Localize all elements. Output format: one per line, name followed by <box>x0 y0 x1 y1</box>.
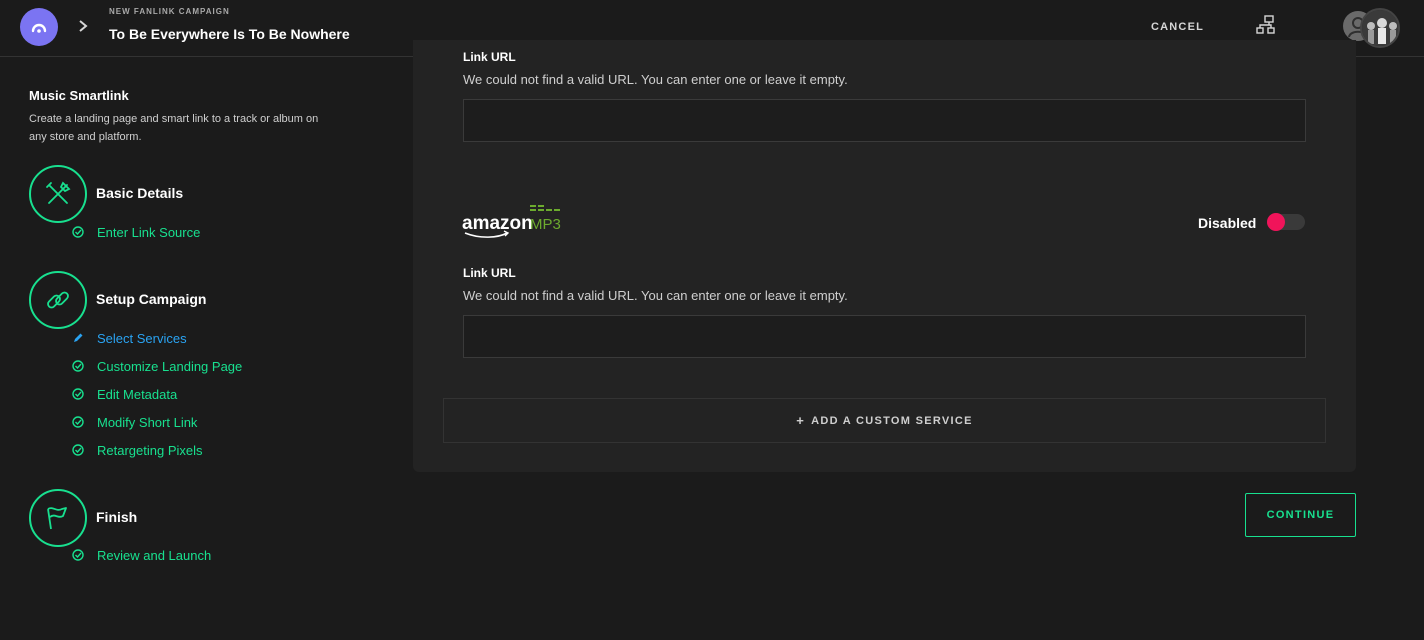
step-basic-details-badge <box>29 165 87 223</box>
check-circle-icon <box>71 415 85 429</box>
substep-label: Enter Link Source <box>97 224 201 240</box>
campaign-title: To Be Everywhere Is To Be Nowhere <box>109 26 350 42</box>
substep-label: Modify Short Link <box>97 414 198 430</box>
prev-link-url-label: Link URL <box>463 50 516 64</box>
sitemap-icon[interactable] <box>1256 15 1276 35</box>
continue-button[interactable]: CONTINUE <box>1245 493 1356 537</box>
step-title-finish: Finish <box>96 509 138 525</box>
substep-review-and-launch[interactable]: Review and Launch <box>71 546 211 564</box>
substep-select-services[interactable]: Select Services <box>71 329 187 347</box>
amazon-link-url-input[interactable] <box>463 315 1306 358</box>
flag-icon <box>47 507 67 530</box>
amazon-link-url-note: We could not find a valid URL. You can e… <box>463 288 848 303</box>
prev-link-url-input[interactable] <box>463 99 1306 142</box>
plus-icon: + <box>796 413 806 428</box>
substep-modify-short-link[interactable]: Modify Short Link <box>71 413 197 431</box>
add-custom-service-button[interactable]: + ADD A CUSTOM SERVICE <box>443 398 1326 443</box>
amazon-status-label: Disabled <box>1198 215 1257 231</box>
step-title-basic-details: Basic Details <box>96 185 184 201</box>
pencil-icon <box>71 331 85 345</box>
check-circle-icon <box>71 548 85 562</box>
substep-label: Review and Launch <box>97 547 212 563</box>
step-title-setup-campaign: Setup Campaign <box>96 291 207 307</box>
add-custom-service-label: ADD A CUSTOM SERVICE <box>811 414 973 427</box>
prev-link-url-note: We could not find a valid URL. You can e… <box>463 72 848 87</box>
substep-label: Retargeting Pixels <box>97 442 203 458</box>
amazon-logo-text: amazon <box>462 213 533 234</box>
campaign-kicker: NEW FANLINK CAMPAIGN <box>109 7 230 16</box>
step-setup-campaign-badge <box>29 271 87 329</box>
link-icon <box>47 291 69 309</box>
check-circle-icon <box>71 359 85 373</box>
check-circle-icon <box>71 387 85 401</box>
app-logo[interactable] <box>20 8 58 46</box>
substep-label: Select Services <box>97 330 187 346</box>
check-circle-icon <box>71 225 85 239</box>
check-circle-icon <box>71 443 85 457</box>
substep-retargeting-pixels[interactable]: Retargeting Pixels <box>71 441 203 459</box>
amazon-link-url-label: Link URL <box>463 266 516 280</box>
sidebar-description: Create a landing page and smart link to … <box>29 113 319 143</box>
substep-customize-landing-page[interactable]: Customize Landing Page <box>71 357 242 375</box>
substep-edit-metadata[interactable]: Edit Metadata <box>71 385 177 403</box>
substep-enter-link-source[interactable]: Enter Link Source <box>71 223 200 241</box>
amazon-mp3-suffix-text: MP3 <box>530 216 561 233</box>
substep-label: Edit Metadata <box>97 386 178 402</box>
user-avatar[interactable] <box>1360 8 1400 48</box>
substep-label: Customize Landing Page <box>97 358 243 374</box>
fanlink-logo-icon <box>31 23 47 33</box>
step-finish-badge <box>29 489 87 547</box>
cancel-button[interactable]: CANCEL <box>1151 21 1204 33</box>
sidebar-title: Music Smartlink <box>29 88 129 103</box>
amazon-mp3-logo: amazon MP3 <box>462 205 561 238</box>
chevron-right-icon <box>79 20 88 32</box>
tools-icon <box>46 181 71 204</box>
toggle-knob <box>1267 213 1285 231</box>
user-photo-icon <box>1362 10 1398 46</box>
amazon-enable-toggle[interactable] <box>1267 213 1305 231</box>
